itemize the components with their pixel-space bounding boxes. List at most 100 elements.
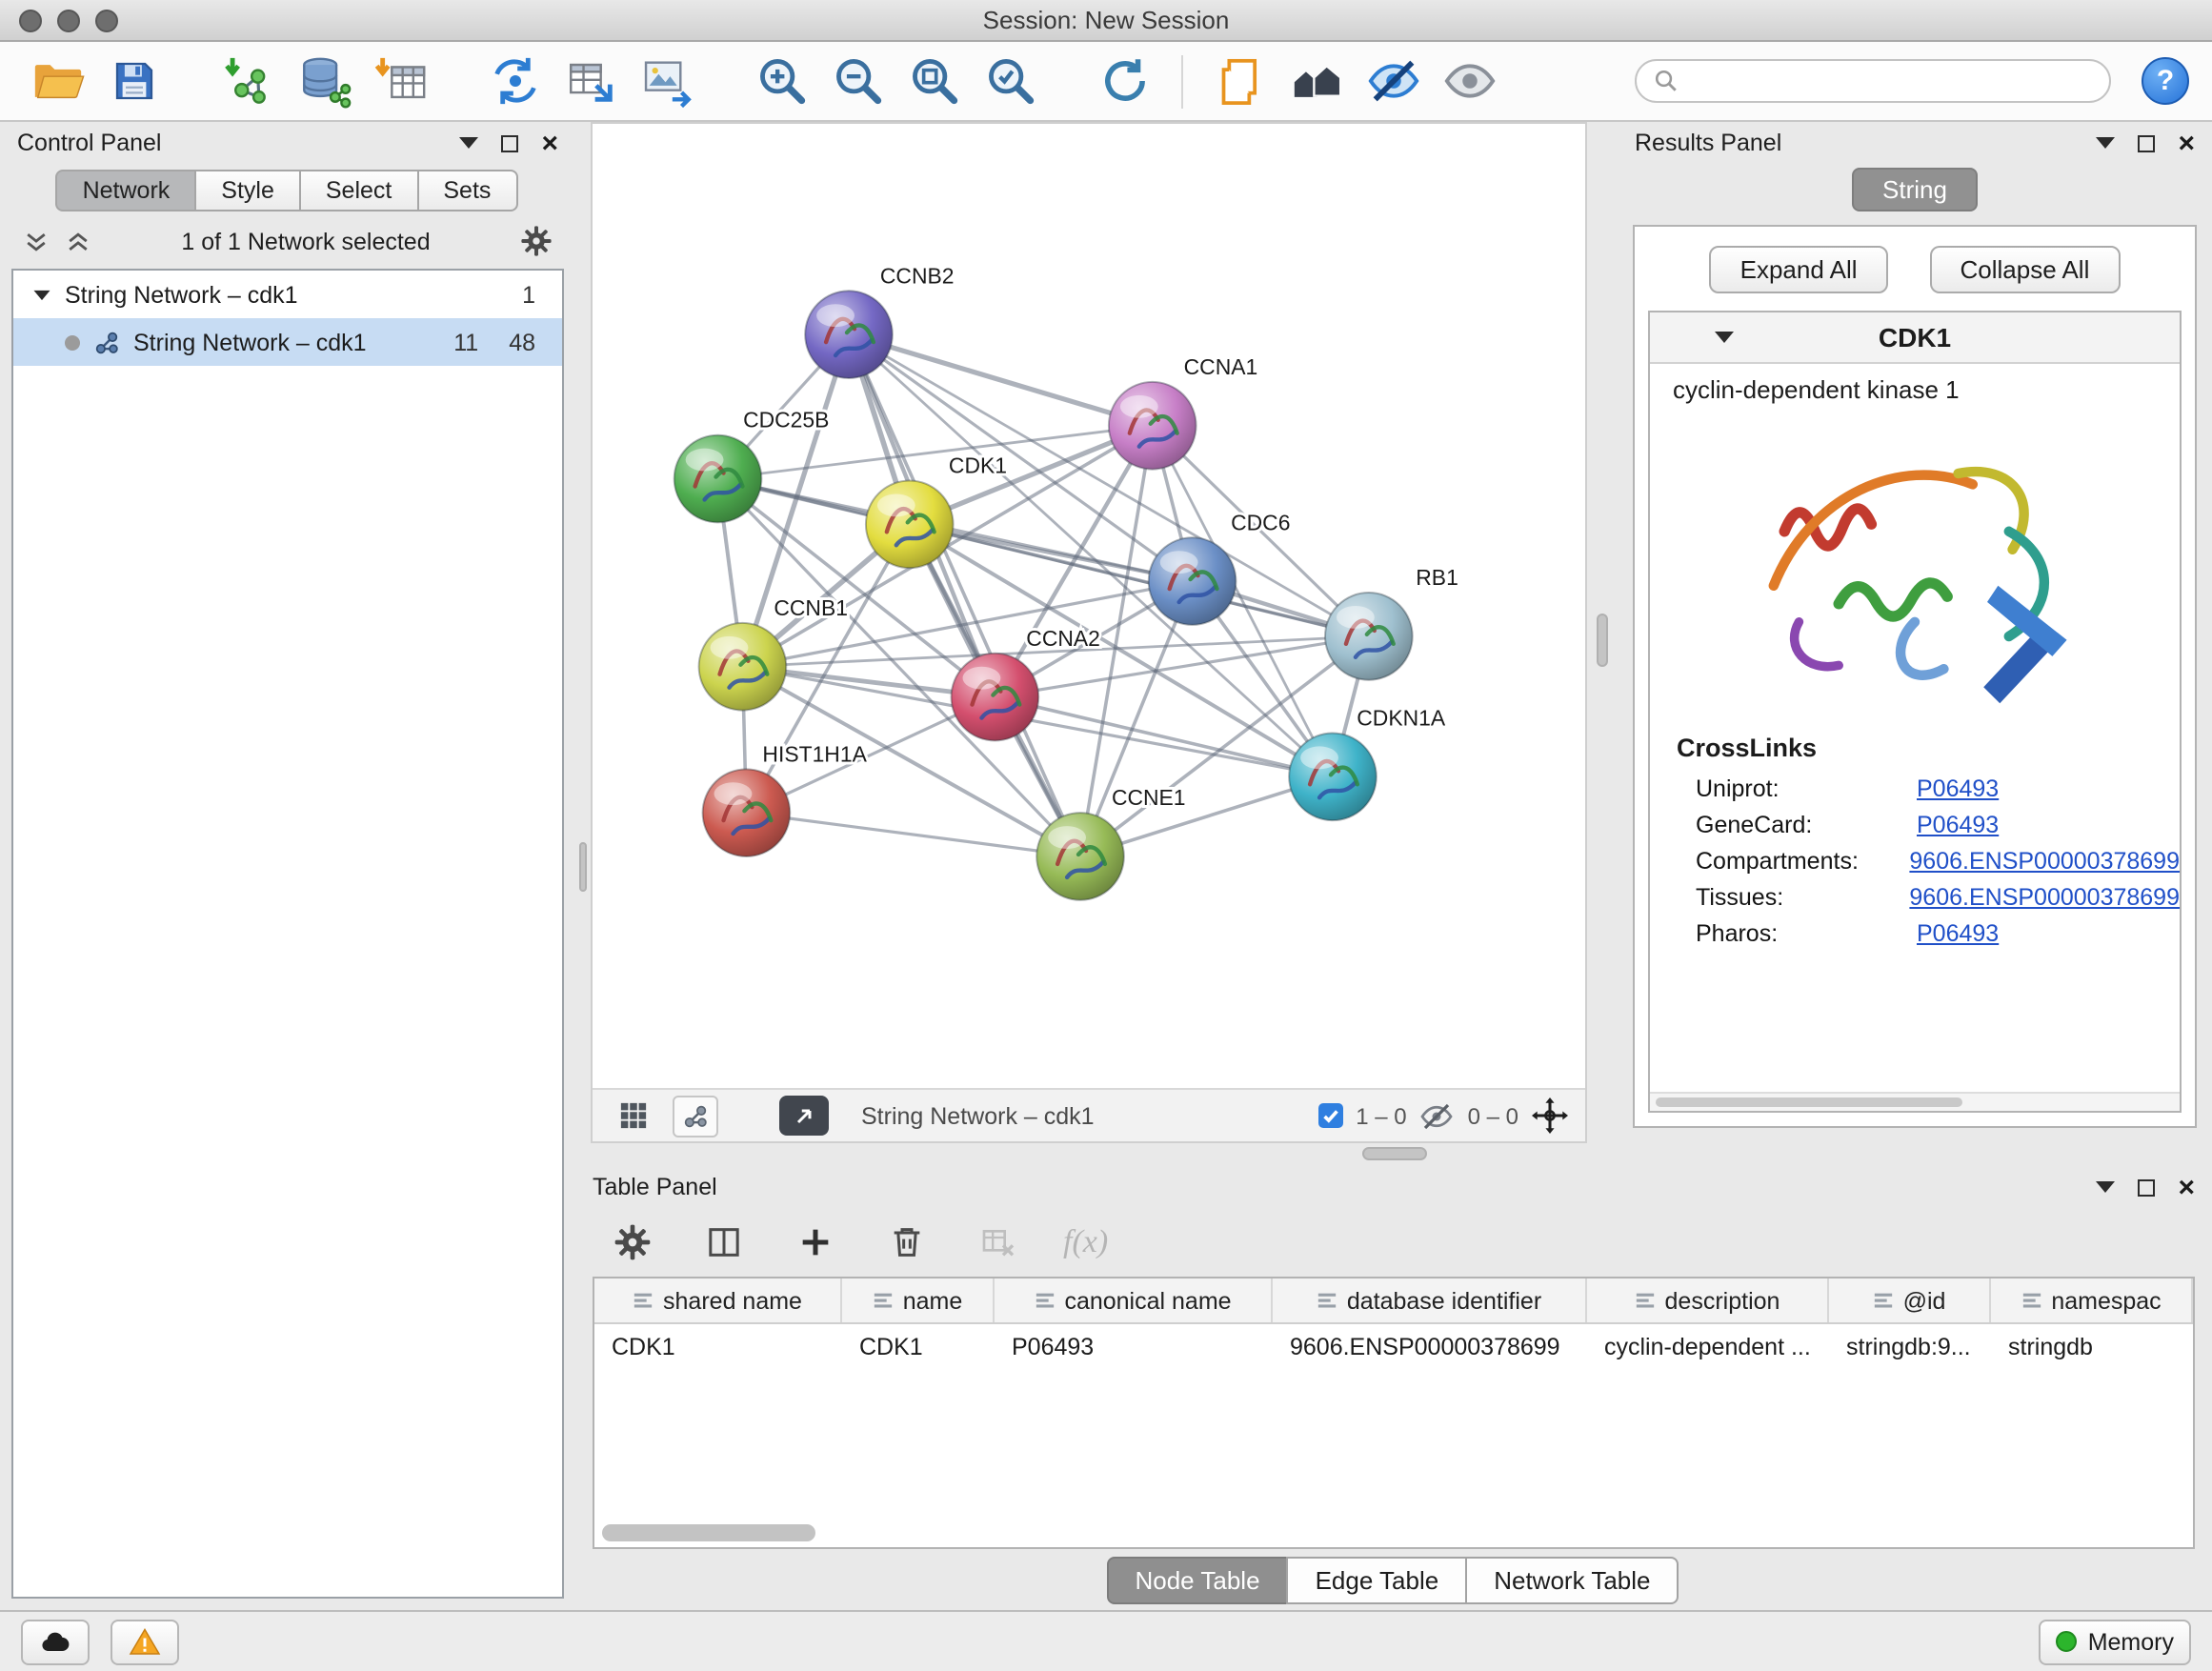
function-builder-icon[interactable]: f(x) (1063, 1223, 1108, 1261)
refresh-icon[interactable] (1090, 47, 1158, 115)
pan-crosshair-icon[interactable] (1532, 1097, 1568, 1134)
network-results-splitter[interactable] (1587, 122, 1618, 1143)
table-horizontal-scrollbar[interactable] (602, 1524, 815, 1541)
export-image-icon[interactable] (633, 47, 701, 115)
column-header-canonical-name[interactable]: canonical name (995, 1278, 1273, 1322)
network-node-RB1[interactable]: RB1 (1325, 565, 1458, 680)
import-network-file-icon[interactable] (213, 47, 282, 115)
collapse-all-button[interactable]: Collapse All (1930, 246, 2121, 293)
column-header-name[interactable]: name (842, 1278, 995, 1322)
table-row[interactable]: CDK1 CDK1 P06493 9606.ENSP00000378699 cy… (594, 1324, 2193, 1370)
collapse-entry-icon[interactable] (1715, 332, 1734, 343)
network-graph[interactable]: CCNB2CCNA1CDC25BCDK1CDC6RB1CCNB1CCNA2CDK… (593, 124, 1585, 1088)
window-close-button[interactable] (19, 9, 42, 31)
tab-node-table[interactable]: Node Table (1106, 1556, 1288, 1603)
table-panel-splitter[interactable] (575, 1143, 2212, 1166)
string-tab[interactable]: String (1852, 168, 1978, 211)
help-button[interactable]: ? (2142, 57, 2189, 105)
search-box[interactable] (1635, 59, 2111, 103)
tab-style[interactable]: Style (194, 170, 301, 211)
network-from-selection-icon[interactable] (480, 47, 549, 115)
table-options-gear-icon[interactable] (606, 1216, 659, 1269)
collapse-all-chevrons-icon[interactable] (23, 228, 50, 254)
control-panel-close-icon[interactable]: × (541, 129, 558, 157)
tab-sets[interactable]: Sets (416, 170, 517, 211)
network-canvas[interactable]: CCNB2CCNA1CDC25BCDK1CDC6RB1CCNB1CCNA2CDK… (593, 124, 1585, 1088)
open-session-icon[interactable] (23, 47, 91, 115)
birdseye-network-icon[interactable] (673, 1095, 718, 1137)
table-panel-menu-icon[interactable] (2096, 1181, 2115, 1193)
detach-view-icon[interactable] (779, 1096, 829, 1136)
grid-view-icon[interactable] (610, 1095, 655, 1137)
window-zoom-button[interactable] (95, 9, 118, 31)
tab-edge-table[interactable]: Edge Table (1287, 1556, 1468, 1603)
zoom-out-icon[interactable] (823, 47, 892, 115)
add-column-icon[interactable] (789, 1216, 842, 1269)
network-node-CDKN1A[interactable]: CDKN1A (1289, 706, 1446, 821)
splitter-grip[interactable] (579, 842, 587, 892)
column-header-id[interactable]: @id (1829, 1278, 1991, 1322)
network-edge[interactable] (849, 334, 1153, 426)
network-edge[interactable] (746, 813, 1080, 856)
cell-name[interactable]: CDK1 (842, 1324, 995, 1370)
network-edge[interactable] (910, 524, 1369, 636)
cell-namespace[interactable]: stringdb (1991, 1324, 2193, 1370)
network-node-CCNA1[interactable]: CCNA1 (1109, 354, 1257, 470)
column-header-shared-name[interactable]: shared name (594, 1278, 842, 1322)
network-node-HIST1H1A[interactable]: HIST1H1A (703, 741, 868, 856)
network-node-CCNE1[interactable]: CCNE1 (1036, 785, 1185, 900)
control-panel-menu-icon[interactable] (459, 137, 478, 149)
home-views-icon[interactable] (1282, 47, 1351, 115)
cell-database-identifier[interactable]: 9606.ENSP00000378699 (1273, 1324, 1587, 1370)
network-edge[interactable] (849, 334, 1080, 856)
network-node-CDC6[interactable]: CDC6 (1149, 510, 1291, 625)
import-network-database-icon[interactable] (290, 47, 358, 115)
results-horizontal-scrollbar[interactable] (1650, 1092, 2180, 1111)
expand-all-chevrons-icon[interactable] (65, 228, 91, 254)
network-collection-row[interactable]: String Network – cdk1 1 (13, 271, 562, 318)
column-header-description[interactable]: description (1587, 1278, 1829, 1322)
network-node-CDK1[interactable]: CDK1 (866, 453, 1007, 569)
network-node-CCNB1[interactable]: CCNB1 (699, 595, 848, 711)
crosslink-link[interactable]: P06493 (1917, 811, 1999, 837)
table-panel-float-icon[interactable] (2138, 1178, 2155, 1196)
search-input[interactable] (1690, 66, 2092, 96)
cell-shared-name[interactable]: CDK1 (594, 1324, 842, 1370)
delete-column-trash-icon[interactable] (880, 1216, 934, 1269)
column-header-database-identifier[interactable]: database identifier (1273, 1278, 1587, 1322)
selected-checkbox-icon[interactable] (1317, 1103, 1342, 1128)
results-panel-close-icon[interactable]: × (2178, 129, 2195, 157)
splitter-grip[interactable] (1361, 1147, 1426, 1160)
save-session-icon[interactable] (99, 47, 168, 115)
table-panel-close-icon[interactable]: × (2178, 1173, 2195, 1201)
cloud-button[interactable] (21, 1619, 90, 1664)
network-options-gear-icon[interactable] (520, 225, 553, 257)
export-table-icon[interactable] (556, 47, 625, 115)
control-network-splitter[interactable] (575, 122, 591, 1143)
results-panel-menu-icon[interactable] (2096, 137, 2115, 149)
memory-button[interactable]: Memory (2039, 1619, 2191, 1664)
zoom-fit-icon[interactable] (899, 47, 968, 115)
crosslink-link[interactable]: 9606.ENSP00000378699 (1909, 847, 2180, 874)
crosslink-link[interactable]: P06493 (1917, 919, 1999, 946)
zoom-selected-icon[interactable] (975, 47, 1044, 115)
hide-selected-eye-slash-icon[interactable] (1358, 47, 1427, 115)
results-panel-float-icon[interactable] (2138, 134, 2155, 151)
protein-card-header[interactable]: CDK1 (1650, 312, 2180, 364)
crosslink-link[interactable]: 9606.ENSP00000378699 (1909, 883, 2180, 910)
crosslink-link[interactable]: P06493 (1917, 775, 1999, 801)
show-all-eye-icon[interactable] (1435, 47, 1503, 115)
control-panel-float-icon[interactable] (501, 134, 518, 151)
splitter-grip[interactable] (1597, 614, 1608, 667)
cell-id[interactable]: stringdb:9... (1829, 1324, 1991, 1370)
import-table-icon[interactable] (366, 47, 434, 115)
expand-all-button[interactable]: Expand All (1710, 246, 1888, 293)
network-row[interactable]: String Network – cdk1 11 48 (13, 318, 562, 366)
cell-description[interactable]: cyclin-dependent ... (1587, 1324, 1829, 1370)
hidden-eye-slash-icon[interactable] (1420, 1098, 1455, 1133)
zoom-in-icon[interactable] (747, 47, 815, 115)
show-columns-icon[interactable] (697, 1216, 751, 1269)
column-header-namespace[interactable]: namespac (1991, 1278, 2193, 1322)
warnings-button[interactable] (111, 1619, 179, 1664)
copy-document-icon[interactable] (1206, 47, 1275, 115)
